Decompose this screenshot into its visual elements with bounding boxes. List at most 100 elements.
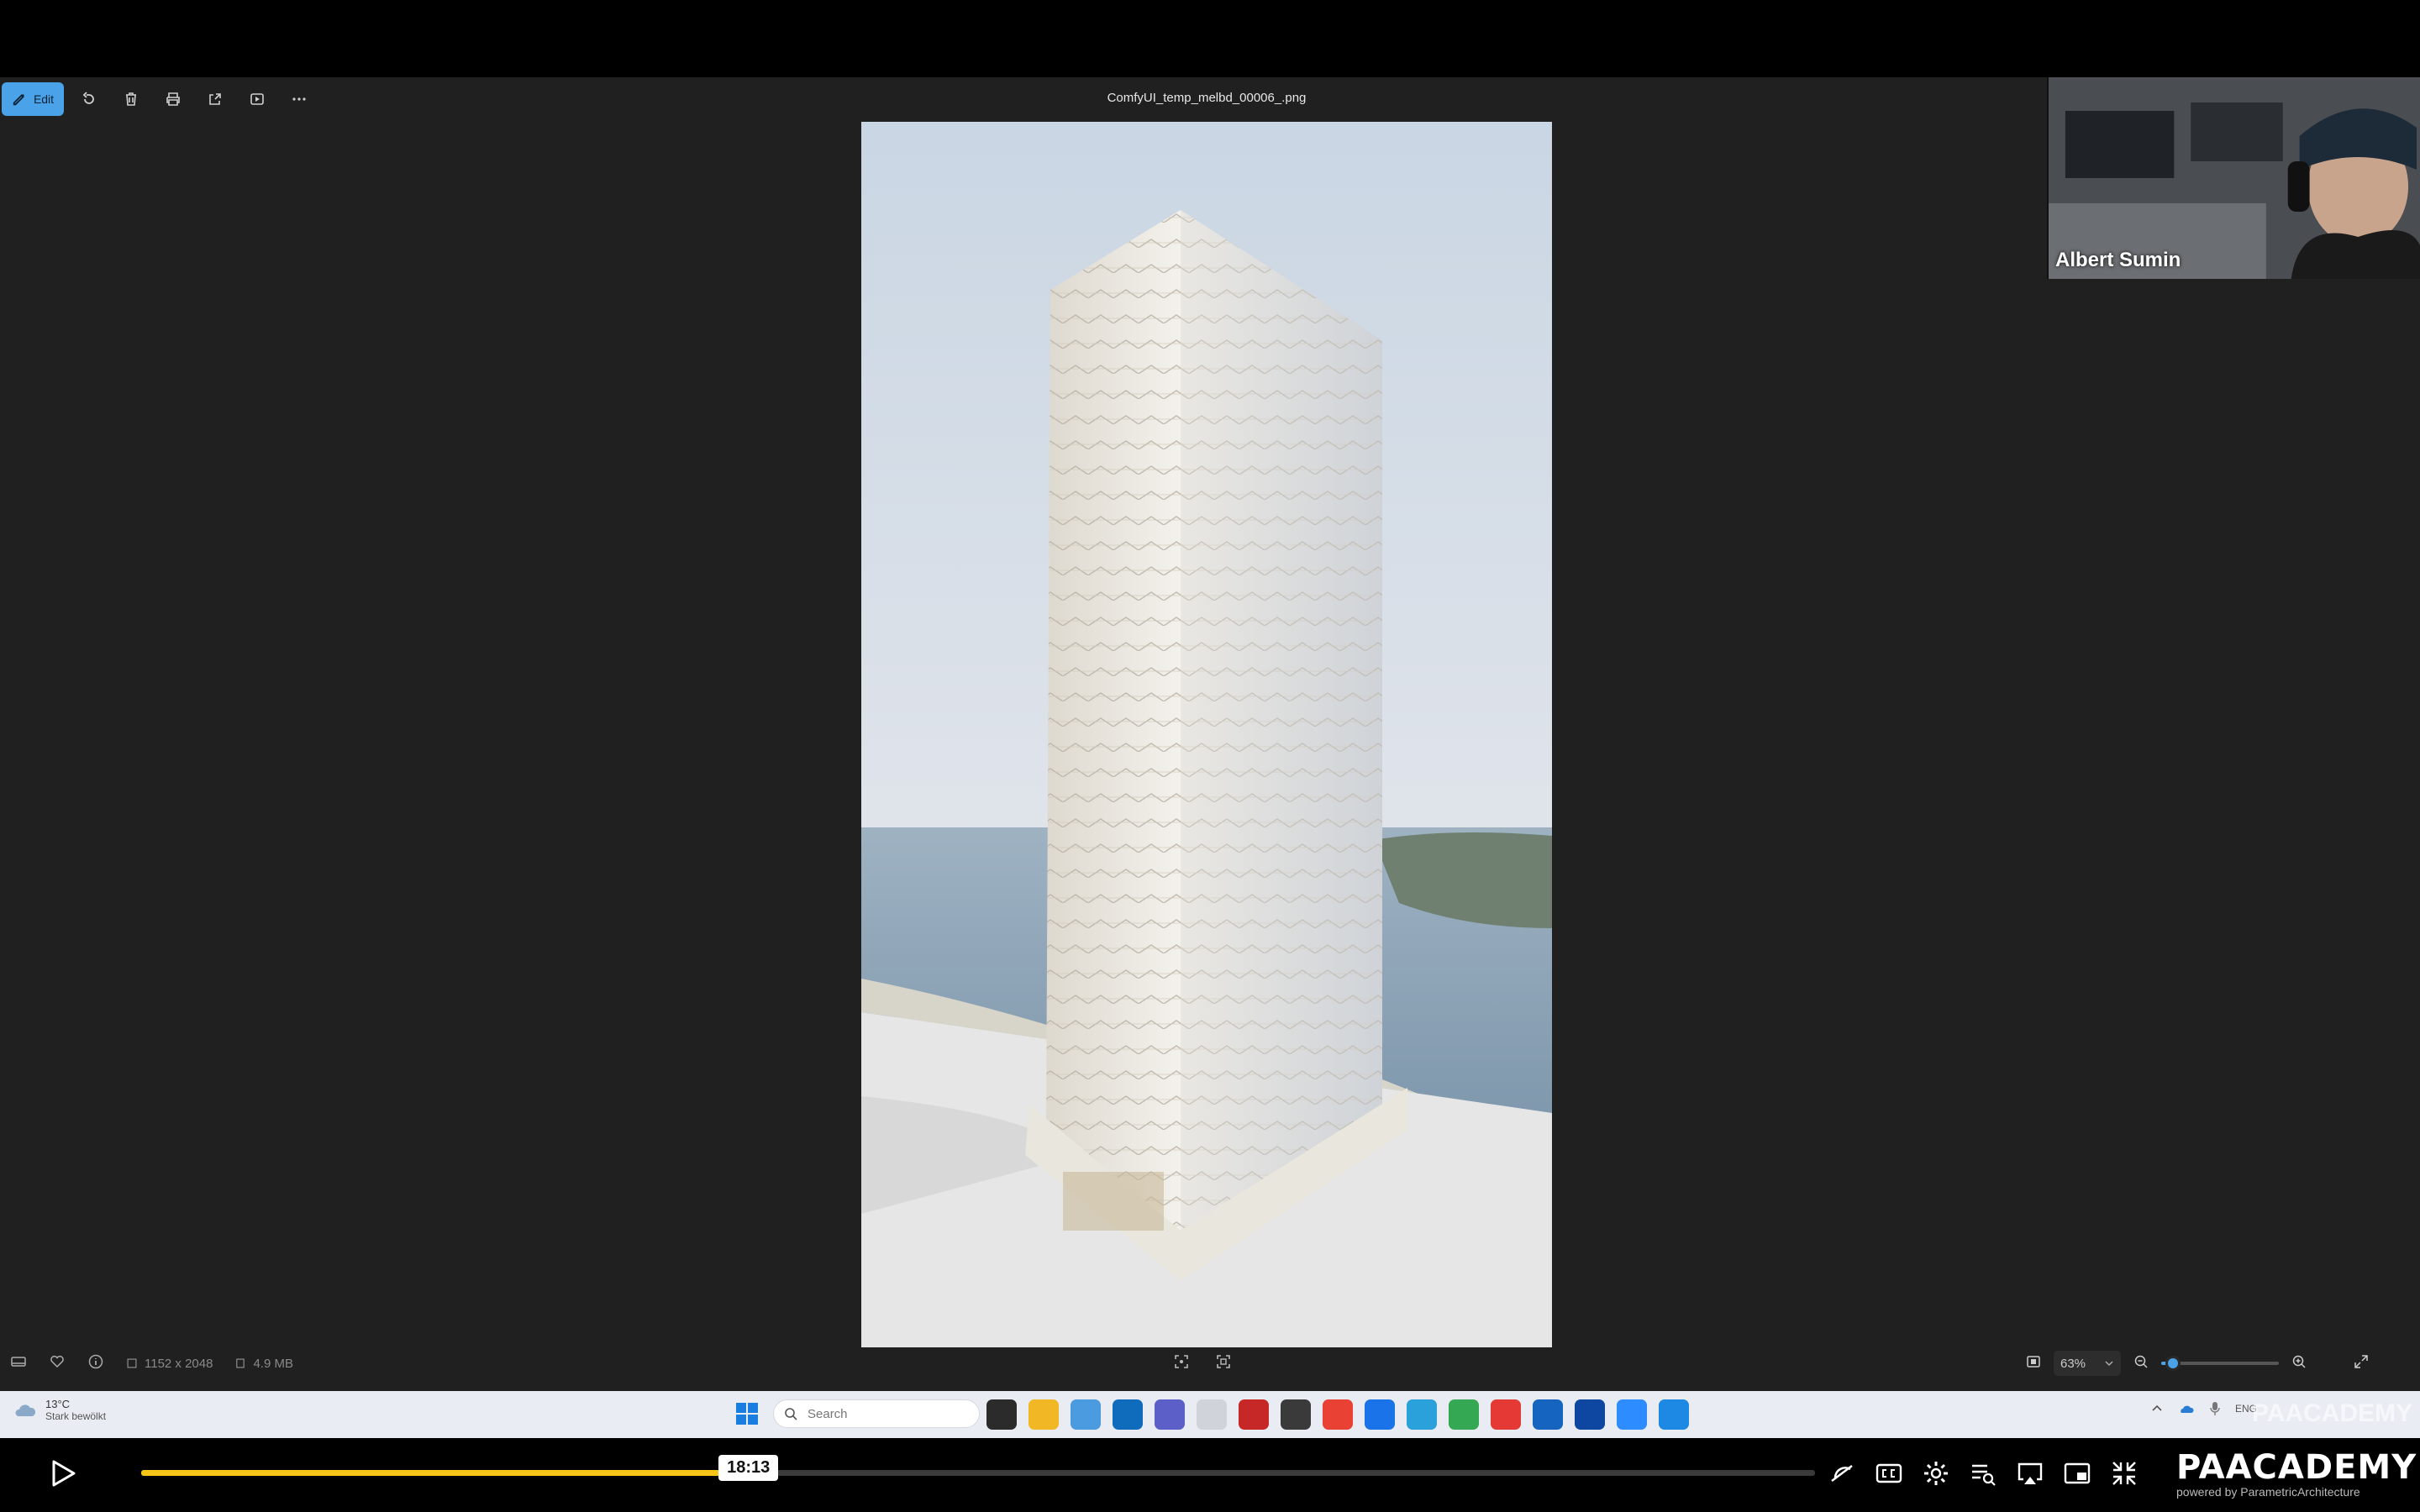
onedrive-icon[interactable] [2178,1403,2195,1415]
print-button[interactable] [156,82,190,116]
exit-fullscreen-button[interactable] [2109,1455,2139,1492]
filesize-value: 4.9 MB [253,1356,293,1371]
zoom-slider[interactable] [2161,1356,2279,1371]
video-progress-fill [141,1470,746,1476]
airplay-button[interactable] [2015,1455,2045,1492]
fit-button[interactable] [2025,1353,2042,1373]
visual-search-button[interactable] [1215,1353,1232,1374]
image-dimensions: 1152 x 2048 [126,1357,213,1371]
heart-icon [50,1355,64,1368]
paacademy-logo[interactable]: PAACADEMY powered by ParametricArchitect… [2176,1448,2417,1499]
participant-name: Albert Sumin [2055,249,2181,271]
brand-name: PAACADEMY [2176,1448,2417,1487]
zoom-in-icon [2292,1355,2306,1368]
outlook-icon[interactable] [1113,1399,1143,1430]
speed-icon [1831,1465,1853,1482]
chrome-alt-icon[interactable] [1449,1399,1479,1430]
filezilla-icon[interactable] [1239,1399,1269,1430]
weather-temp: 13°C [45,1398,71,1410]
edit-icon [13,93,24,106]
rotate-button[interactable] [72,82,106,116]
settings-button[interactable] [1921,1455,1951,1492]
picture-in-picture-icon [2064,1462,2091,1484]
filesize-icon [236,1358,245,1368]
video-progress-bar[interactable]: 18:13 [141,1455,1815,1481]
fit-to-window-icon [2027,1356,2040,1368]
chevron-up-icon[interactable] [2151,1403,2163,1415]
cloud-icon [15,1404,36,1416]
share-button[interactable] [198,82,232,116]
telegram-icon[interactable] [1407,1399,1437,1430]
app-c-icon[interactable] [1575,1399,1605,1430]
chrome-icon[interactable] [1323,1399,1353,1430]
resolution-icon [127,1358,137,1368]
chatgpt-icon[interactable] [1281,1399,1311,1430]
status-left: 1152 x 2048 4.9 MB [10,1346,293,1381]
chrome-profile-icon[interactable] [1365,1399,1395,1430]
edit-button[interactable]: Edit [2,82,64,116]
zoom-out-button[interactable] [2133,1353,2149,1373]
slideshow-button[interactable] [240,82,274,116]
captions-icon [1876,1463,1902,1483]
brand-subtitle: powered by ParametricArchitecture [2176,1485,2360,1499]
taskview-app-icon[interactable] [986,1399,1017,1430]
image-filesize: 4.9 MB [234,1357,293,1371]
favorite-button[interactable] [49,1353,66,1373]
taskbar-apps [986,1399,1689,1430]
viewer-statusbar: 1152 x 2048 4.9 MB 63% [0,1346,2420,1381]
more-icon [292,97,306,101]
speed-button[interactable] [1827,1455,1857,1492]
player-control-icons [1827,1455,2139,1492]
windows-start-icon[interactable] [734,1401,760,1426]
clock-app-icon[interactable] [1197,1399,1227,1430]
play-icon[interactable] [44,1455,81,1492]
filmstrip-button[interactable] [10,1353,27,1373]
weather-condition: Stark bewölkt [45,1410,107,1422]
top-black-bar [0,0,2420,77]
share-icon [209,93,221,105]
zoom-app-icon[interactable] [1617,1399,1647,1430]
snipping-tool-icon[interactable] [1071,1399,1101,1430]
pip-button[interactable] [2062,1455,2092,1492]
rotate-icon [82,92,94,104]
delete-icon [126,92,136,106]
viewer-toolbar: Edit [0,77,316,121]
chapters-button[interactable] [1968,1455,1998,1492]
file-explorer-icon[interactable] [1028,1399,1059,1430]
captions-button[interactable] [1874,1455,1904,1492]
search-placeholder: Search [808,1406,848,1421]
zoom-slider-thumb[interactable] [2165,1356,2181,1371]
search-icon [785,1408,797,1420]
info-icon [88,1354,103,1369]
airplay-icon [2018,1462,2043,1484]
print-icon [166,92,180,106]
fullscreen-button[interactable] [2353,1353,2370,1373]
tower-render-image [861,122,1552,1347]
video-player-controls: 18:13 PAACADEMY powered by ParametricArc… [0,1438,2420,1512]
chapters-icon [1972,1464,1996,1486]
collapse-icon [2112,1462,2136,1485]
zoom-in-button[interactable] [2291,1353,2307,1373]
zoom-dropdown[interactable]: 63% [2054,1351,2121,1376]
app-red-icon[interactable] [1491,1399,1521,1430]
photo-canvas[interactable] [861,122,1552,1347]
weather-widget[interactable]: 13°C Stark bewölkt [12,1398,106,1422]
chevron-down-icon [2105,1361,2113,1367]
crop-button[interactable] [1173,1353,1190,1374]
windows-taskbar: 13°C Stark bewölkt Search ENG [0,1391,2420,1438]
app-blue-icon[interactable] [1533,1399,1563,1430]
system-tray: ENG [2151,1401,2257,1416]
taskbar-search[interactable]: Search [773,1399,980,1428]
info-button[interactable] [87,1353,104,1373]
edit-label: Edit [33,92,55,106]
expand-icon [2354,1355,2368,1368]
microphone-icon[interactable] [2210,1401,2220,1416]
zoom-value: 63% [2060,1356,2086,1371]
slideshow-icon [250,93,264,105]
delete-button[interactable] [114,82,148,116]
more-button[interactable] [282,82,316,116]
teams-icon[interactable] [1155,1399,1185,1430]
watermark-logo: PAACADEMY [2252,1399,2413,1427]
gear-icon [1924,1462,1948,1485]
app-paint-icon[interactable] [1659,1399,1689,1430]
